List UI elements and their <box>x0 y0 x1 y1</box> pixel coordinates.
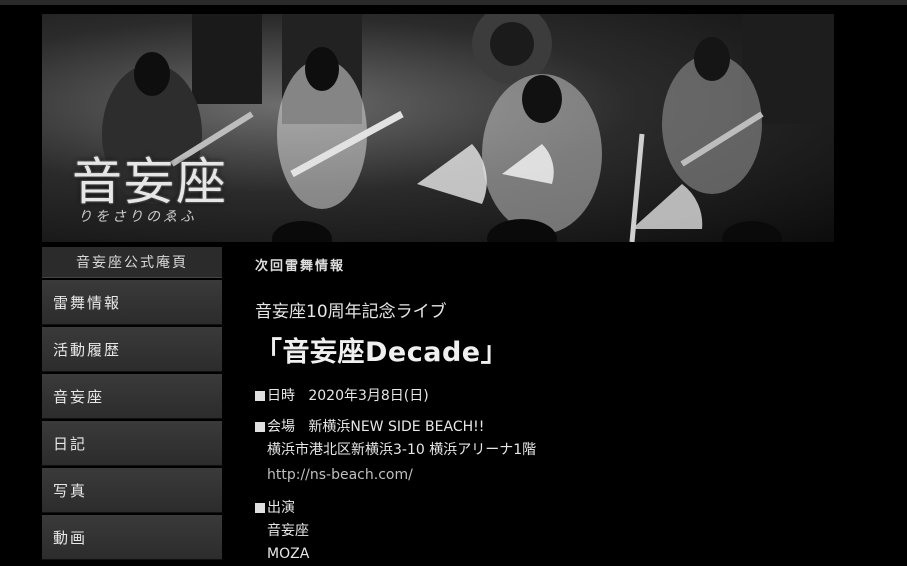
header-banner: 音妄座 りをさりのゑふ <box>42 14 834 242</box>
section-title: 次回雷舞情報 <box>255 259 346 274</box>
event-performers-block: 出演 音妄座 MOZA <box>255 497 855 566</box>
event-venue-block: 会場 新横浜NEW SIDE BEACH!! 横浜市港北区新横浜3-10 横浜ア… <box>255 416 855 487</box>
banner-logo-sub: りをさりのゑふ <box>78 209 197 225</box>
top-bar <box>0 0 907 5</box>
performer-item: MOZA <box>267 546 310 562</box>
sidebar-title: 音妄座公式庵頁 <box>42 247 222 278</box>
bullet-square-icon <box>255 422 265 432</box>
main-content: 次回雷舞情報 音妄座10周年記念ライブ 「音妄座Decade」 日時 2020年… <box>255 247 855 566</box>
nav-item-members[interactable]: 音妄座 <box>42 374 222 419</box>
venue-url-link[interactable]: http://ns-beach.com/ <box>267 467 413 483</box>
event-subtitle: 音妄座10周年記念ライブ <box>255 302 447 322</box>
venue-name: 新横浜NEW SIDE BEACH!! <box>308 419 485 435</box>
venue-address: 横浜市港北区新横浜3-10 横浜アリーナ1階 <box>267 442 537 458</box>
nav-item-history[interactable]: 活動履歴 <box>42 327 222 372</box>
banner-logo: 音妄座 <box>72 153 228 211</box>
nav-item-live-info[interactable]: 雷舞情報 <box>42 280 222 325</box>
bullet-square-icon <box>255 503 265 513</box>
bullet-square-icon <box>255 391 265 401</box>
date-value: 2020年3月8日(日) <box>308 388 429 404</box>
performers-label: 出演 <box>267 500 295 516</box>
date-label: 日時 <box>267 388 295 404</box>
performer-item: 音妄座 <box>267 523 309 539</box>
venue-label: 会場 <box>267 419 295 435</box>
sidebar-nav: 音妄座公式庵頁 雷舞情報 活動履歴 音妄座 日記 写真 動画 <box>42 247 222 560</box>
nav-item-photos[interactable]: 写真 <box>42 468 222 513</box>
event-title: 「音妄座Decade」 <box>255 337 509 368</box>
nav-item-videos[interactable]: 動画 <box>42 515 222 560</box>
nav-item-diary[interactable]: 日記 <box>42 421 222 466</box>
event-date-block: 日時 2020年3月8日(日) <box>255 385 855 408</box>
